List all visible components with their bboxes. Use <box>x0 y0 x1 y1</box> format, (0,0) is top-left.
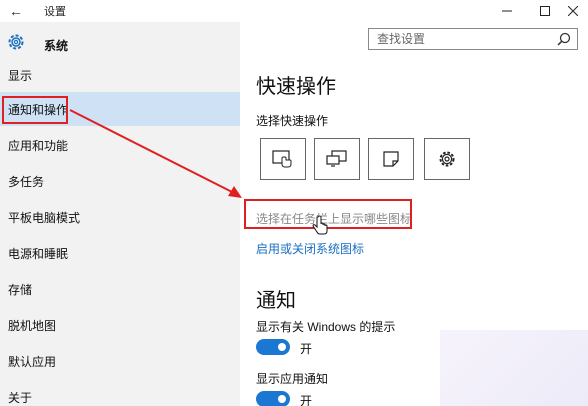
sidebar-item-label: 存储 <box>8 282 33 297</box>
sidebar-item-label: 电源和睡眠 <box>8 246 69 261</box>
highlight-box <box>2 96 68 124</box>
note-icon <box>383 151 399 167</box>
sidebar-item-power[interactable]: 电源和睡眠 <box>0 236 240 270</box>
settings-gear-icon <box>439 151 455 167</box>
hand-cursor-icon <box>312 216 328 235</box>
sidebar-item-offline-maps[interactable]: 脱机地图 <box>0 308 240 342</box>
highlight-box <box>244 199 412 229</box>
search-box[interactable] <box>368 28 578 50</box>
sidebar-item-display[interactable]: 显示 <box>0 58 240 92</box>
app-notifications-toggle-label: 开 <box>300 394 313 406</box>
sidebar-item-about[interactable]: 关于 <box>0 380 240 406</box>
title-bar: ← 设置 <box>0 0 588 22</box>
sidebar-item-default-apps[interactable]: 默认应用 <box>0 344 240 378</box>
sidebar-header: 系统 <box>0 28 240 60</box>
system-icons-link[interactable]: 启用或关闭系统图标 <box>256 240 364 257</box>
project-icon <box>326 150 347 167</box>
sidebar-item-label: 默认应用 <box>8 354 57 369</box>
sidebar-item-label: 关于 <box>8 390 33 405</box>
quick-actions-heading: 快速操作 <box>256 76 336 98</box>
sidebar-item-label: 多任务 <box>8 174 45 189</box>
sidebar-item-storage[interactable]: 存储 <box>0 272 240 306</box>
quick-action-settings[interactable] <box>424 138 470 180</box>
back-arrow-icon[interactable]: ← <box>0 0 32 22</box>
sidebar: 系统 显示 通知和操作 应用和功能 多任务 平板电脑模式 电源和睡眠 存储 脱机… <box>0 22 240 406</box>
search-icon[interactable] <box>557 32 571 46</box>
sidebar-item-apps[interactable]: 应用和功能 <box>0 128 240 162</box>
quick-actions-subtitle: 选择快速操作 <box>256 114 329 128</box>
watermark-overlay <box>440 330 588 406</box>
sidebar-item-label: 脱机地图 <box>8 318 57 333</box>
app-notifications-label: 显示应用通知 <box>256 372 329 386</box>
quick-action-note[interactable] <box>368 138 414 180</box>
windows-tips-toggle-label: 开 <box>300 342 313 356</box>
windows-tips-label: 显示有关 Windows 的提示 <box>256 320 396 334</box>
sidebar-item-label: 显示 <box>8 68 33 83</box>
tablet-mode-icon <box>272 150 292 168</box>
minimize-icon[interactable] <box>490 0 524 22</box>
quick-action-project[interactable] <box>314 138 360 180</box>
sidebar-item-multitasking[interactable]: 多任务 <box>0 164 240 198</box>
sidebar-title: 系统 <box>44 39 69 53</box>
sidebar-item-label: 平板电脑模式 <box>8 210 81 225</box>
search-input[interactable] <box>369 29 539 49</box>
window-title: 设置 <box>44 6 66 18</box>
close-icon[interactable] <box>556 0 588 22</box>
sidebar-item-tablet-mode[interactable]: 平板电脑模式 <box>0 200 240 234</box>
gear-icon <box>8 34 24 50</box>
sidebar-item-label: 应用和功能 <box>8 138 69 153</box>
quick-action-tablet[interactable] <box>260 138 306 180</box>
app-notifications-toggle[interactable] <box>256 391 290 406</box>
windows-tips-toggle[interactable] <box>256 339 290 355</box>
notifications-heading: 通知 <box>256 290 296 312</box>
